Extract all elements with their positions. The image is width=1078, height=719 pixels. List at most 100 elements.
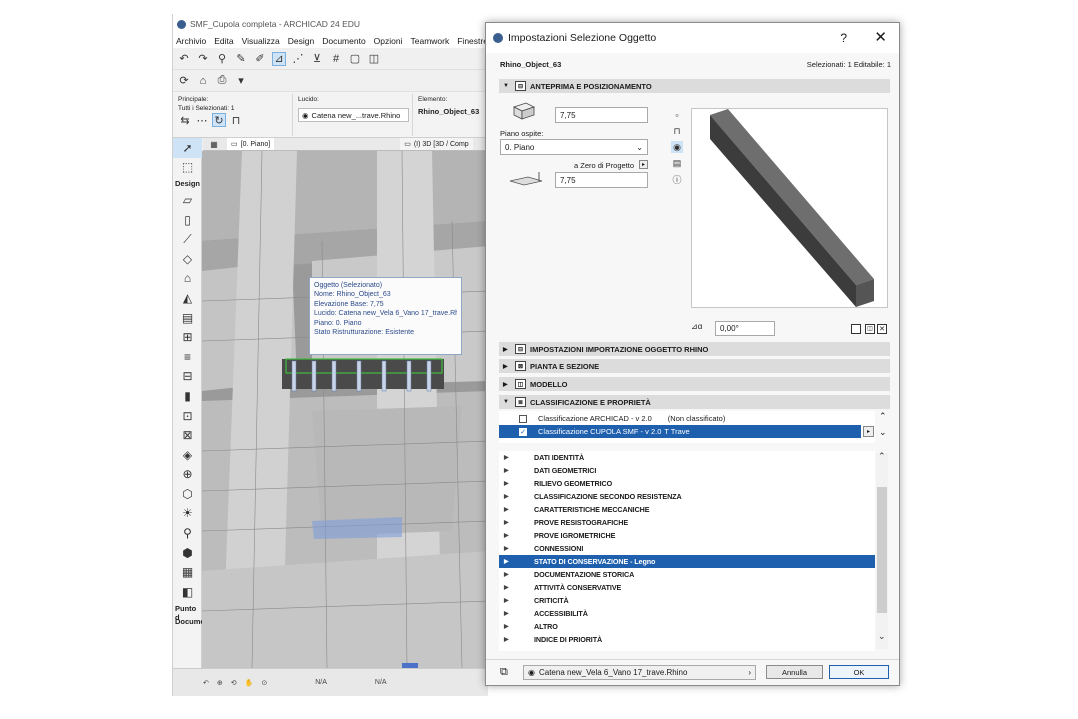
dropdown-icon[interactable]: ▾ [234,74,248,88]
property-scrollbar[interactable] [876,453,888,649]
property-group-item[interactable]: ▶ CARATTERISTICHE MECCANICHE [499,503,875,516]
morph-tool-icon[interactable]: ⬡ [173,484,202,504]
3d-view-icon[interactable]: ◉ [671,141,683,153]
slab-tool-icon[interactable]: ◇ [173,249,202,269]
menu-opzioni[interactable]: Opzioni [374,36,403,46]
snap-icon[interactable]: ⋰ [291,52,305,66]
property-group-item[interactable]: ▶ CRITICITÀ [499,594,875,607]
beam-tool-icon[interactable]: ⟋ [173,229,202,249]
property-group-item[interactable]: ▶ DOCUMENTAZIONE STORICA [499,568,875,581]
floor-plan-view-icon[interactable]: ▫ [671,109,683,121]
property-scroll-down-icon[interactable]: ⌄ [878,631,886,642]
property-group-item[interactable]: ▶ PROVE IGROMETRICHE [499,529,875,542]
menu-finestre[interactable]: Finestre [457,36,488,46]
gravity-icon[interactable]: ⊻ [310,52,324,66]
anchor-icon[interactable]: ⋯ [195,113,209,127]
classification-row-archicad[interactable]: Classificazione ARCHICAD - v 2.0 (Non cl… [499,412,861,425]
grid-snap-icon[interactable]: # [329,52,343,66]
3d-viewport[interactable] [202,151,488,668]
stair-tool-icon[interactable]: ≡ [173,347,202,367]
property-group-item[interactable]: ▶ PROVE RESISTOGRAFICHE [499,516,875,529]
section-plan-section-header[interactable]: ▶ ⊠ PIANTA E SEZIONE [499,359,890,373]
classification-cupola-checkbox[interactable]: ✓ [519,427,527,436]
roof-tool-icon[interactable]: ⌂ [173,269,202,289]
skylight-tool-icon[interactable]: ▤ [173,308,202,328]
rotate-icon[interactable]: ↻ [212,113,226,127]
pan-icon[interactable]: ✋ [245,679,254,687]
teamwork-icon[interactable]: ⟳ [177,74,191,88]
classification-archicad-checkbox[interactable] [519,414,527,423]
elevation-field[interactable]: 7,75 [555,107,648,123]
column-tool-icon[interactable]: ▯ [173,210,202,230]
zone-tool-icon[interactable]: ◈ [173,445,202,465]
section-classification-header[interactable]: ▼ ≣ CLASSIFICAZIONE E PROPRIETÀ [499,395,890,409]
arrow-tool-icon[interactable]: ➚ [173,138,202,158]
piano-ospite-select[interactable]: 0. Piano ⌄ [500,139,648,155]
section-view-icon[interactable]: ⊓ [671,125,683,137]
mirror-cross-icon[interactable]: ✕ [877,324,887,334]
navigator-icon[interactable]: ▦ [207,137,221,151]
property-group-item[interactable]: ▶ RILIEVO GEOMETRICO [499,477,875,490]
mirror-off-checkbox[interactable] [851,324,861,334]
tab-3d[interactable]: ▭ (I) 3D [3D / Comp [400,138,473,150]
classification-dropdown-button[interactable]: ▸ [863,426,874,437]
cube-tool-icon[interactable]: ⬢ [173,543,202,563]
section-tool-icon[interactable]: ◧ [173,582,202,602]
property-group-item[interactable]: ▶ INDICE DI PRIORITÀ [499,633,875,646]
railing-tool-icon[interactable]: ⊟ [173,367,202,387]
property-group-item[interactable]: ▶ CLASSIFICAZIONE SECONDO RESISTENZA [499,490,875,503]
tab-floor-plan[interactable]: ▭ [0. Piano] [227,138,275,150]
layer-icon[interactable]: ◫ [367,52,381,66]
angle-field[interactable]: 0,00° [715,321,775,336]
mirror-icon[interactable]: ◫ [865,324,875,334]
info-icon[interactable]: ⓘ [671,173,683,185]
grid-tool-icon[interactable]: ▦ [173,562,202,582]
menu-design[interactable]: Design [288,36,314,46]
cancel-button[interactable]: Annulla [766,665,823,679]
property-group-item[interactable]: ▶ CONNESSIONI [499,542,875,555]
window-tool-icon[interactable]: ⊡ [173,406,202,426]
help-button[interactable]: ? [840,31,847,45]
wall-tool-icon[interactable]: ▱ [173,190,202,210]
marquee-tool-icon[interactable]: ⬚ [173,158,202,178]
layer-field[interactable]: ◉ Catena new_...trave.Rhino [298,108,409,122]
zero-progetto-field[interactable]: 7,75 [555,172,648,188]
property-group-item[interactable]: ▶ ATTIVITÀ CONSERVATIVE [499,581,875,594]
shell-tool-icon[interactable]: ◭ [173,288,202,308]
mesh-tool-icon[interactable]: ⊠ [173,425,202,445]
redo-icon[interactable]: ↷ [196,52,210,66]
property-group-item[interactable]: ▶ ALTRO [499,620,875,633]
print-icon[interactable]: ⎙ [215,74,229,88]
ok-button[interactable]: OK [829,665,889,679]
layer-settings-icon[interactable]: ⧉ [500,666,508,679]
curtain-wall-tool-icon[interactable]: ⊞ [173,327,202,347]
classification-row-cupola[interactable]: ✓ Classificazione CUPOLA SMF - v 2.0 T T… [499,425,861,438]
menu-documento[interactable]: Documento [322,36,365,46]
property-group-item[interactable]: ▶ ACCESSIBILITÀ [499,607,875,620]
undo-view-icon[interactable]: ↶ [203,679,209,687]
eyedropper-icon[interactable]: ✎ [234,52,248,66]
section-rhino-import-header[interactable]: ▶ ⊟ IMPOSTAZIONI IMPORTAZIONE OGGETTO RH… [499,342,890,356]
orbit-icon[interactable]: ⟲ [231,679,237,687]
undo-icon[interactable]: ↶ [177,52,191,66]
close-button[interactable]: ✕ [874,28,887,46]
floor-icon[interactable]: ⌂ [196,74,210,88]
door-tool-icon[interactable]: ▮ [173,386,202,406]
zoom-icon[interactable]: ⊙ [261,679,267,687]
syringe-icon[interactable]: ✐ [253,52,267,66]
lamp-tool-icon[interactable]: ☀ [173,504,202,524]
property-group-item-selected[interactable]: ▶ STATO DI CONSERVAZIONE - Legno [499,555,875,568]
menu-teamwork[interactable]: Teamwork [411,36,450,46]
property-scrollbar-thumb[interactable] [877,487,887,613]
zero-reference-dropdown-icon[interactable]: ▸ [639,160,648,169]
geometry-method-icon[interactable]: ⇆ [178,113,192,127]
classification-scroll-up-icon[interactable]: ⌃ [879,411,887,422]
object-tool-icon[interactable]: ⊕ [173,465,202,485]
property-group-item[interactable]: ▶ DATI GEOMETRICI [499,464,875,477]
list-view-icon[interactable]: ▤ [671,157,683,169]
menu-edita[interactable]: Edita [214,36,233,46]
suspend-groups-icon[interactable]: ▢ [348,52,362,66]
section-model-header[interactable]: ▶ ◫ MODELLO [499,377,890,391]
property-scroll-up-icon[interactable]: ⌃ [878,451,886,462]
guide-lines-icon[interactable]: ⊿ [272,51,286,66]
